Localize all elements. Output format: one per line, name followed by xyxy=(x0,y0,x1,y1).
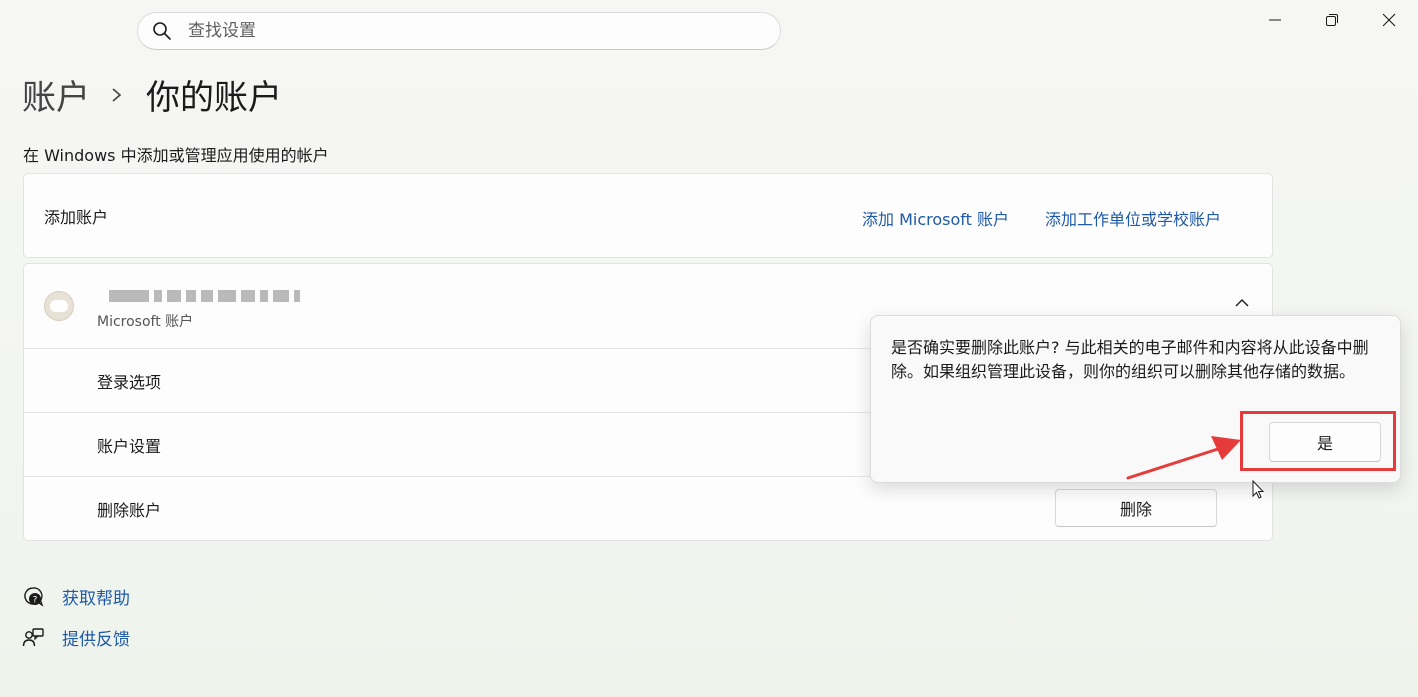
sign-in-options-label: 登录选项 xyxy=(97,372,162,392)
give-feedback-label: 提供反馈 xyxy=(62,630,130,650)
search-box[interactable] xyxy=(137,12,781,50)
add-microsoft-account-link[interactable]: 添加 Microsoft 账户 xyxy=(862,206,1009,230)
get-help-link[interactable]: ? 获取帮助 xyxy=(22,584,130,609)
close-button[interactable] xyxy=(1365,4,1413,36)
svg-text:?: ? xyxy=(33,595,38,605)
confirm-message: 是否确实要删除此账户? 与此相关的电子邮件和内容将从此设备中删除。如果组织管理此… xyxy=(891,338,1369,381)
chevron-up-icon[interactable] xyxy=(1234,298,1250,308)
search-icon xyxy=(153,22,171,40)
search-input[interactable] xyxy=(188,21,748,41)
add-account-card: 添加账户 添加 Microsoft 账户 添加工作单位或学校账户 xyxy=(23,173,1273,258)
remove-account-row: 删除账户 删除 xyxy=(24,477,1272,541)
minimize-icon xyxy=(1269,19,1281,21)
account-type: Microsoft 账户 xyxy=(97,314,194,330)
delete-button[interactable]: 删除 xyxy=(1055,489,1217,527)
breadcrumb-parent[interactable]: 账户 xyxy=(22,70,90,119)
avatar-face-icon xyxy=(50,300,68,312)
account-settings-label: 账户设置 xyxy=(97,436,162,456)
minimize-button[interactable] xyxy=(1251,4,1299,36)
chevron-right-icon xyxy=(110,86,124,104)
mouse-cursor-icon xyxy=(1252,480,1265,499)
add-work-account-link[interactable]: 添加工作单位或学校账户 xyxy=(1045,206,1221,230)
redacted-account-name xyxy=(109,290,300,302)
give-feedback-link[interactable]: 提供反馈 xyxy=(22,625,130,650)
remove-account-label: 删除账户 xyxy=(97,501,162,520)
breadcrumb: 账户 你的账户 xyxy=(22,70,282,119)
close-icon xyxy=(1382,13,1396,27)
page-subtitle: 在 Windows 中添加或管理应用使用的帐户 xyxy=(23,146,329,165)
get-help-label: 获取帮助 xyxy=(62,589,130,609)
avatar xyxy=(44,291,74,321)
annotation-highlight-box xyxy=(1240,411,1396,471)
help-icon: ? xyxy=(24,586,44,607)
add-account-label: 添加账户 xyxy=(44,207,109,227)
page-title: 你的账户 xyxy=(146,78,282,118)
annotation-arrow-icon xyxy=(1126,436,1241,480)
restore-button[interactable] xyxy=(1308,4,1356,36)
restore-icon xyxy=(1326,14,1338,26)
feedback-icon xyxy=(22,627,44,646)
